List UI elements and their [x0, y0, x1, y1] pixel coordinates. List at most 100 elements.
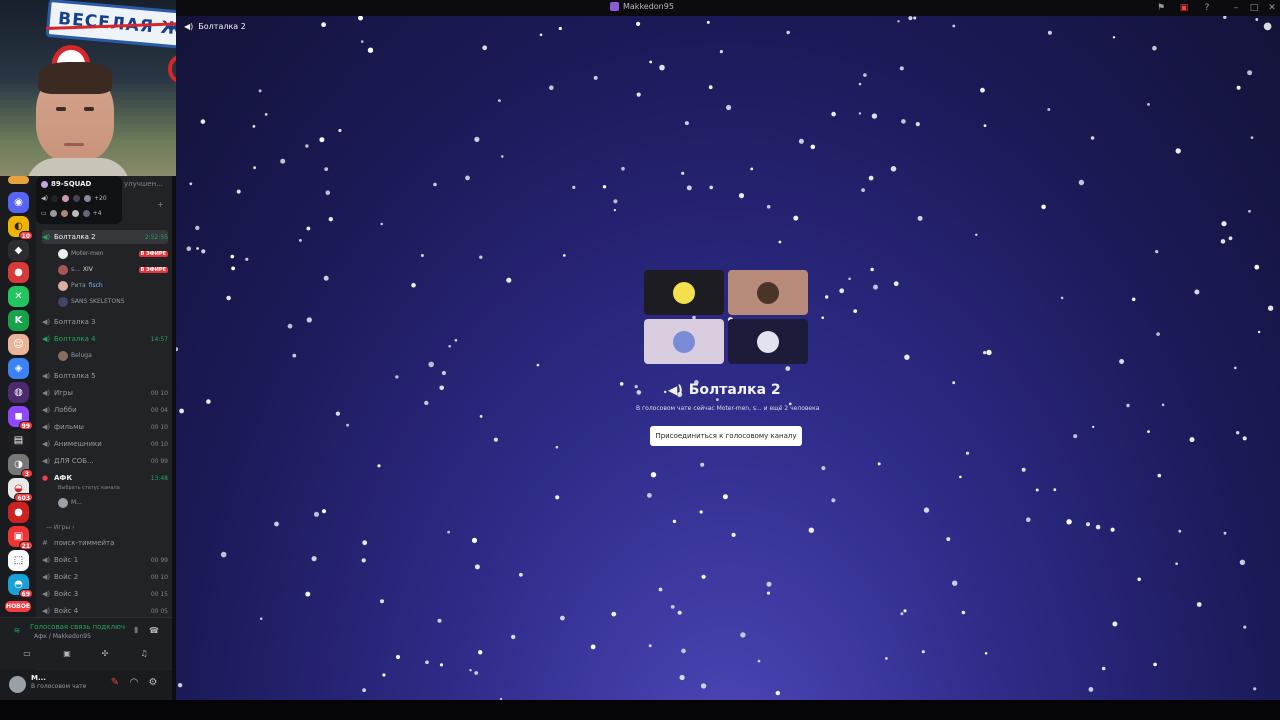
twitch-server-icon[interactable]: ▤: [8, 430, 29, 451]
channel-lobbi[interactable]: ◀) Лобби 00 04: [42, 403, 168, 417]
speaker-icon: ◀): [184, 22, 194, 31]
snowflake: [539, 33, 543, 37]
server-icon[interactable]: ⬚: [8, 550, 29, 571]
snowflake: [621, 166, 625, 171]
snowflake: [679, 674, 685, 681]
server-icon[interactable]: ◑ 3: [8, 454, 33, 478]
help-icon[interactable]: ?: [1201, 2, 1213, 14]
snowflake: [465, 175, 470, 181]
channel-filmy[interactable]: ◀) фильмы 00 10: [42, 420, 168, 434]
avatar: [58, 497, 68, 508]
voice-channel-title: ◀) Болталка 2: [668, 382, 781, 398]
voice-user[interactable]: Рита fisch: [58, 279, 168, 292]
voice-user[interactable]: M...: [58, 496, 168, 509]
soundboard-icon[interactable]: ♫: [137, 649, 151, 658]
server-icon[interactable]: ☺: [8, 334, 29, 355]
headphones-icon[interactable]: ◠: [127, 677, 141, 688]
voice-user[interactable]: Beluga: [58, 349, 168, 362]
noise-suppression-icon[interactable]: ⫴: [129, 626, 143, 636]
chat-bubble-icon[interactable]: ●: [1263, 21, 1272, 32]
snowflake: [636, 92, 641, 97]
snowflake: [870, 267, 874, 272]
guild-popup[interactable]: 89-SQUAD ◀) +20 ▭ +4: [36, 176, 122, 224]
voice-location[interactable]: Афк / Makkedon95: [34, 633, 91, 640]
snowflake: [287, 323, 293, 329]
guild-popup-title: 89-SQUAD: [41, 180, 91, 188]
server-icon[interactable]: ◐ 10: [8, 216, 33, 240]
signal-icon[interactable]: ≋: [10, 626, 24, 635]
snowflake: [858, 82, 862, 86]
participant-tile[interactable]: [728, 319, 808, 364]
snowflake: [975, 233, 978, 236]
participant-tile[interactable]: [644, 319, 724, 364]
server-icon[interactable]: [8, 176, 29, 184]
mute-icon[interactable]: ✎: [108, 677, 122, 688]
participant-tile[interactable]: [728, 270, 808, 315]
snowflake: [1239, 559, 1246, 565]
snowflake: [821, 316, 824, 320]
participant-tile[interactable]: [644, 270, 724, 315]
activities-icon[interactable]: ✣: [98, 649, 112, 658]
snowflake: [1131, 297, 1136, 302]
channel-search-team[interactable]: # поиск-тиммейта: [42, 536, 168, 550]
channel-afk[interactable]: ● АФК 13:48: [42, 471, 168, 485]
server-icon[interactable]: ✕: [8, 286, 29, 307]
share-screen-icon[interactable]: ▣: [60, 649, 74, 658]
channel-boltalka-2[interactable]: ◀) Болталка 2 2:52:55: [42, 230, 168, 244]
voice-status-text[interactable]: Голосовая связь подключена: [30, 623, 125, 631]
channel-voice-1[interactable]: ◀) Войс 1 00 99: [42, 553, 168, 567]
channel-voice-3[interactable]: ◀) Войс 3 00 15: [42, 587, 168, 601]
server-icon[interactable]: ▣ 21: [8, 526, 33, 550]
snowflake: [1194, 289, 1200, 295]
server-icon[interactable]: ●: [8, 502, 29, 523]
screen-share-icon[interactable]: ▣: [1178, 2, 1190, 14]
channel-voice-2[interactable]: ◀) Войс 2 00 10: [42, 570, 168, 584]
channel-name: Игры: [54, 389, 73, 397]
server-icon[interactable]: K: [8, 310, 29, 331]
screen-icon: ▭: [41, 210, 47, 217]
speaker-icon: ◀): [42, 457, 51, 465]
snowflake: [984, 652, 988, 655]
server-icon[interactable]: ◉: [8, 192, 29, 213]
user-name[interactable]: M...: [31, 674, 46, 682]
channel-status-prompt[interactable]: Выбрать статус канала: [58, 485, 120, 491]
server-icon[interactable]: ◆: [8, 240, 29, 261]
snowflake: [1147, 103, 1150, 106]
server-icon[interactable]: ◼ 99: [8, 406, 33, 430]
channel-name: фильмы: [54, 423, 84, 431]
server-icon[interactable]: ◈: [8, 358, 29, 379]
maximize-icon[interactable]: □: [1248, 2, 1260, 14]
server-icon[interactable]: ●: [8, 262, 29, 283]
voice-user[interactable]: Moter-men В ЭФИРЕ: [58, 247, 168, 260]
channel-boltalka-4[interactable]: ◀) Болталка 4 14:57: [42, 332, 168, 346]
snowflake: [313, 511, 320, 517]
voice-user[interactable]: SANS SKELETONS: [58, 295, 168, 308]
channel-boltalka-3[interactable]: ◀) Болталка 3: [42, 315, 168, 329]
add-icon[interactable]: +: [157, 200, 164, 209]
snowflake: [983, 351, 987, 355]
join-voice-button[interactable]: Присоединиться к голосовому каналу: [650, 426, 802, 446]
channel-dlya-sob[interactable]: ◀) ДЛЯ СОБ... 00 99: [42, 454, 168, 468]
snowflake: [1026, 517, 1031, 522]
close-icon[interactable]: ✕: [1266, 2, 1278, 14]
channel-voice-4[interactable]: ◀) Войс 4 00 05: [42, 604, 168, 618]
settings-gear-icon[interactable]: ⚙: [146, 677, 160, 688]
voice-user[interactable]: s... XIV В ЭФИРЕ: [58, 263, 168, 276]
snowflake: [1101, 666, 1106, 671]
inbox-icon[interactable]: ⚑: [1155, 2, 1167, 14]
channel-boltalka-5[interactable]: ◀) Болталка 5: [42, 369, 168, 383]
server-icon[interactable]: ◒ 603: [8, 478, 33, 502]
category-games[interactable]: — Игры ›: [46, 524, 74, 531]
snowflake: [226, 295, 231, 301]
minimize-icon[interactable]: –: [1230, 2, 1242, 14]
camera-icon[interactable]: ▭: [20, 649, 34, 658]
channel-animeshniki[interactable]: ◀) Анимешники 00 10: [42, 437, 168, 451]
server-icon[interactable]: ◓ 69: [8, 574, 33, 598]
streamer-mouth: [64, 143, 84, 146]
channel-igry[interactable]: ◀) Игры 00 10: [42, 386, 168, 400]
new-badge[interactable]: НОВОЕ: [5, 601, 31, 612]
server-icon[interactable]: ◍: [8, 382, 29, 403]
disconnect-icon[interactable]: ☎: [147, 626, 161, 635]
snowflake: [1047, 108, 1051, 111]
avatar[interactable]: [9, 676, 26, 693]
